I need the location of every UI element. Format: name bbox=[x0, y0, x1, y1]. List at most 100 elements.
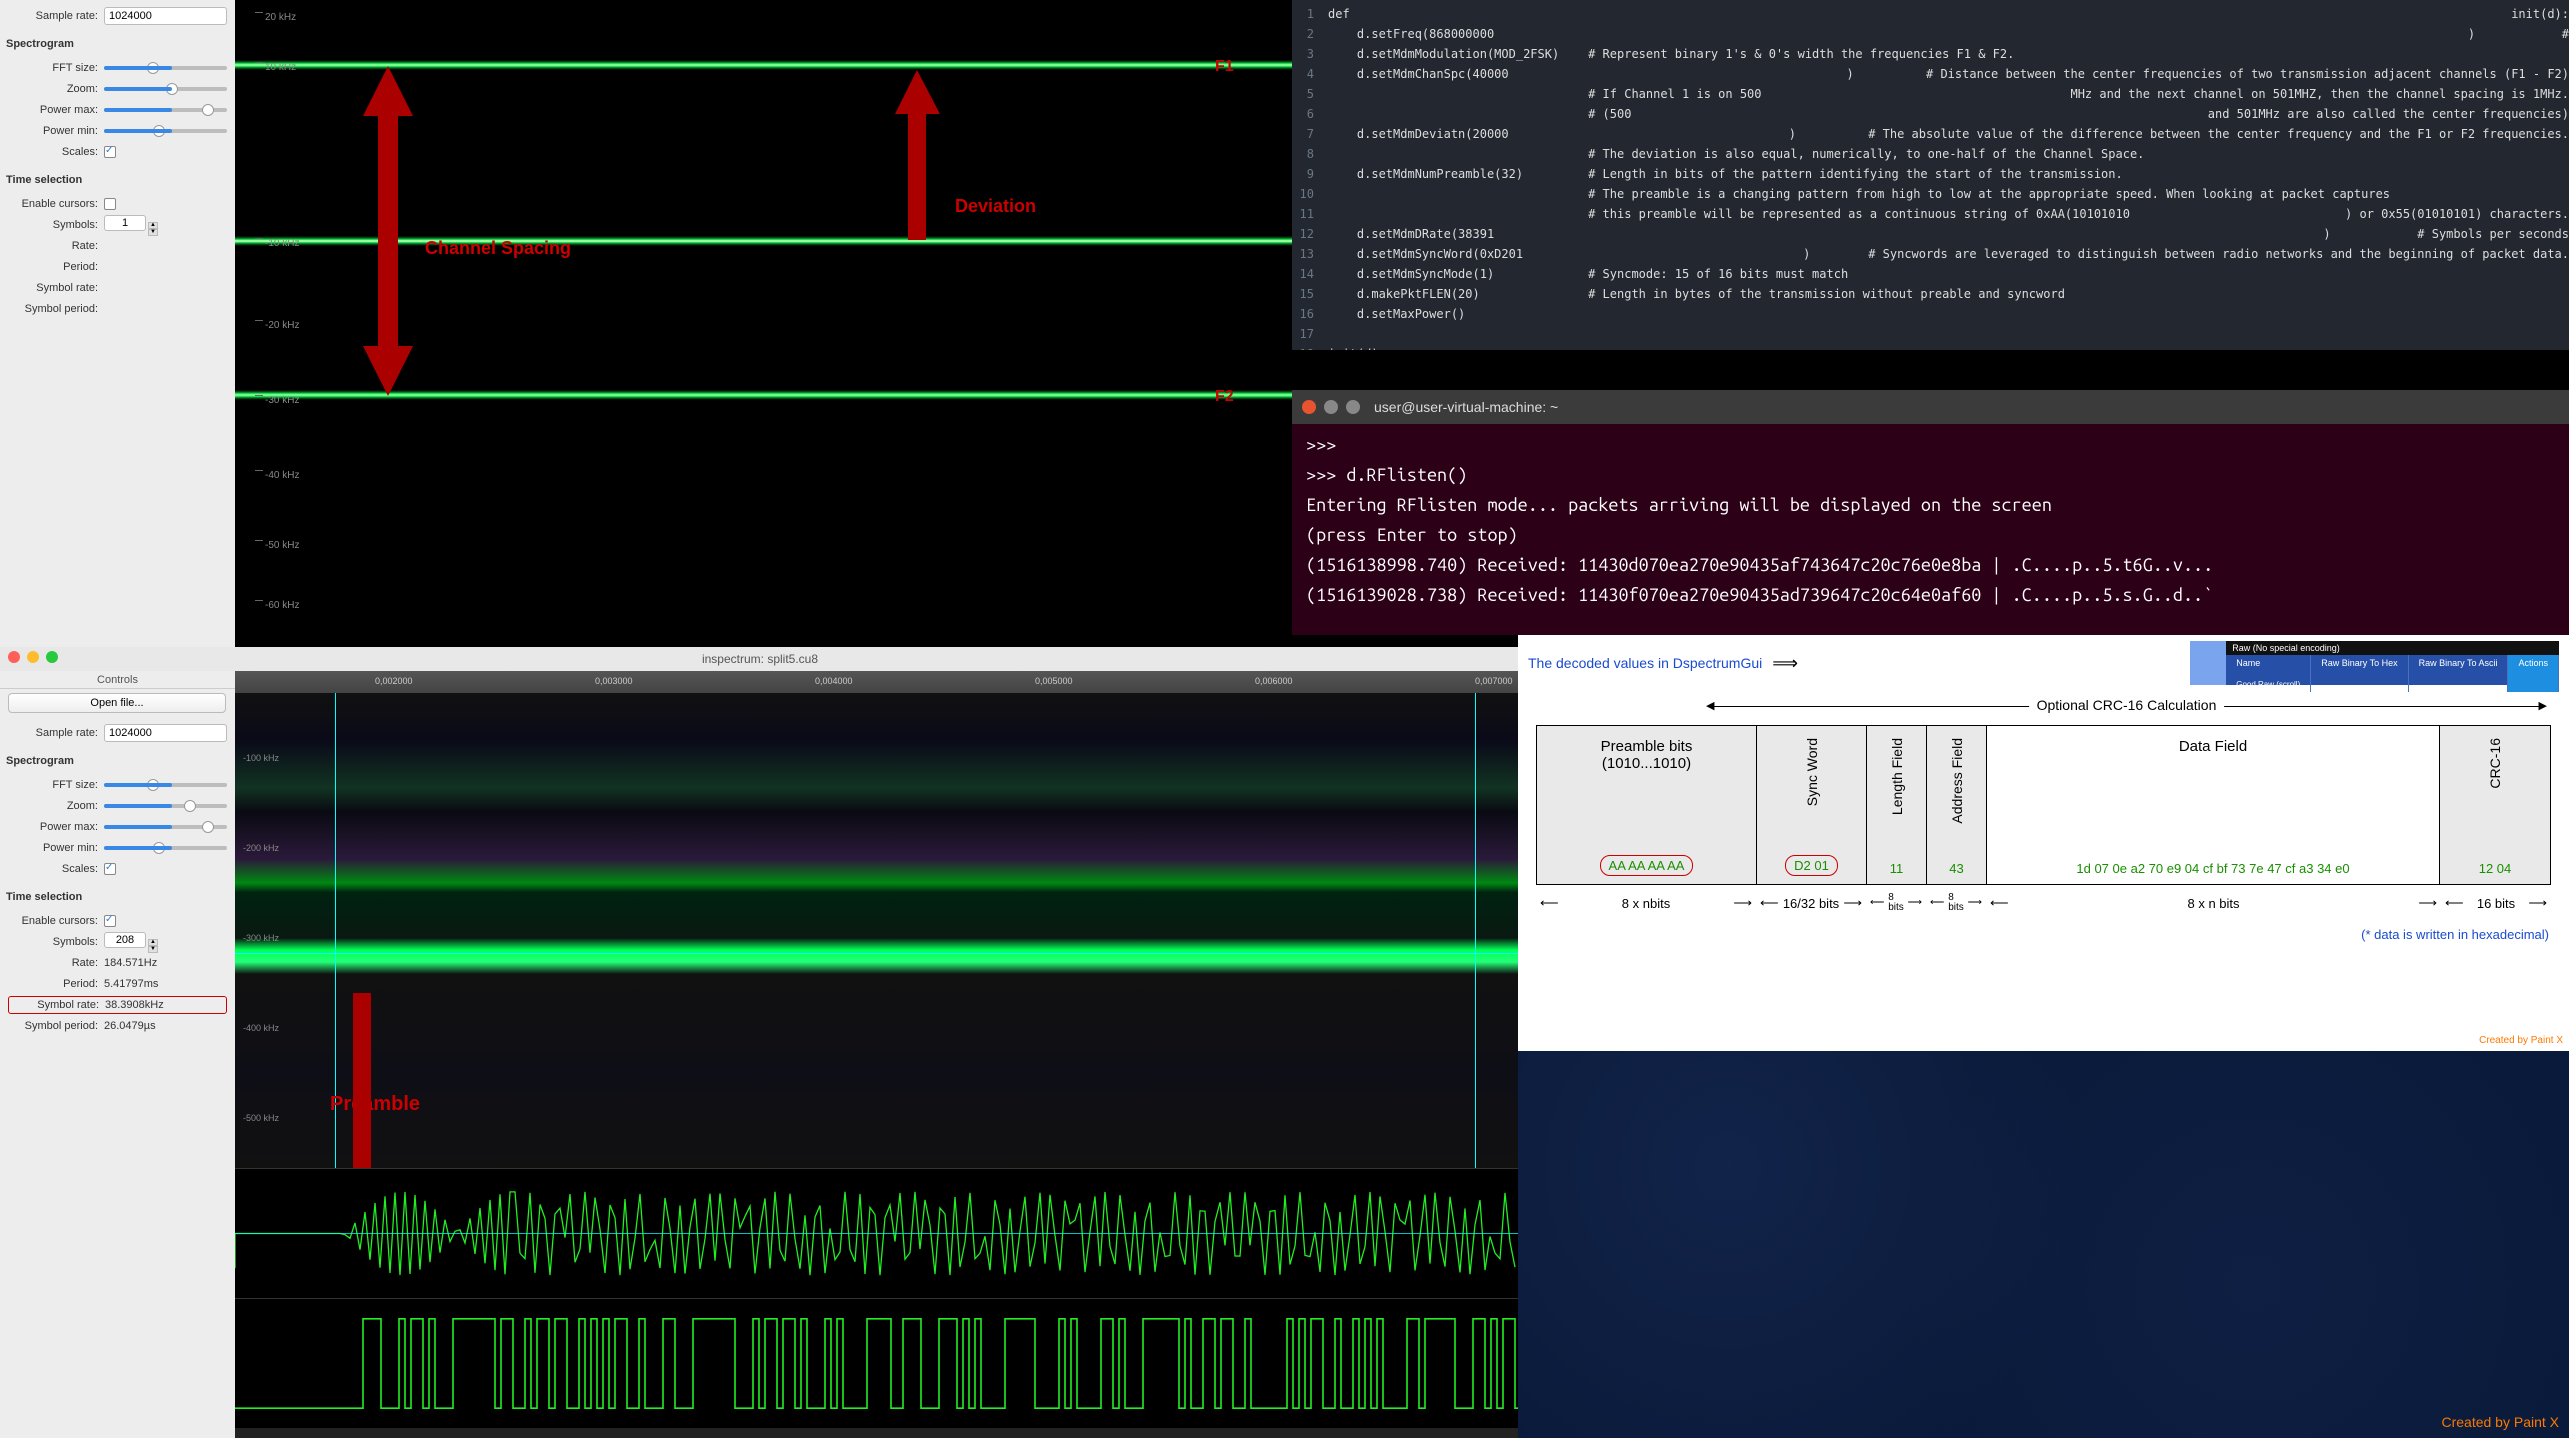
spectro2-horiz[interactable] bbox=[235, 953, 1520, 954]
terminal-titlebar[interactable]: user@user-virtual-machine: ~ bbox=[1292, 390, 2569, 424]
panel2-content[interactable]: 0,0020000,0030000,0040000,0050000,006000… bbox=[235, 671, 1520, 1438]
power-max-label: Power max: bbox=[8, 104, 98, 116]
symbols-label: Symbols: bbox=[8, 219, 98, 231]
code-line[interactable]: 5 # If Channel 1 is on 500MHz and the ne… bbox=[1292, 84, 2569, 104]
code-line[interactable]: 2 d.setFreq(868000000) # bbox=[1292, 24, 2569, 44]
maximize-icon[interactable] bbox=[46, 651, 58, 663]
zoom-label: Zoom: bbox=[8, 800, 98, 812]
enable-cursors-checkbox[interactable] bbox=[104, 915, 116, 927]
code-line[interactable]: 8 # The deviation is also equal, numeric… bbox=[1292, 144, 2569, 164]
terminal[interactable]: user@user-virtual-machine: ~ >>>>>> d.RF… bbox=[1292, 390, 2569, 635]
power-min-label: Power min: bbox=[8, 125, 98, 137]
freq-tick: -200 kHz bbox=[243, 843, 279, 853]
sample-rate-input[interactable] bbox=[104, 724, 227, 742]
threshold-plot[interactable] bbox=[235, 1298, 1520, 1428]
background-noise-area: Created by Paint X bbox=[1518, 1051, 2569, 1438]
power-max-slider[interactable] bbox=[104, 825, 227, 829]
power-max-label: Power max: bbox=[8, 821, 98, 833]
terminal-line: (1516138998.740) Received: 11430d070ea27… bbox=[1306, 550, 2555, 580]
spectro2-cursor[interactable] bbox=[1475, 693, 1476, 1168]
terminal-body[interactable]: >>>>>> d.RFlisten()Entering RFlisten mod… bbox=[1292, 424, 2569, 616]
power-max-slider[interactable] bbox=[104, 108, 227, 112]
code-line[interactable]: 7 d.setMdmDeviatn(20000) # The absolute … bbox=[1292, 124, 2569, 144]
scales-checkbox[interactable] bbox=[104, 146, 116, 158]
code-line[interactable]: 3 d.setMdmModulation(MOD_2FSK) # Represe… bbox=[1292, 44, 2569, 64]
symbols-stepper[interactable]: ▲▼ bbox=[148, 939, 158, 953]
crc-span-arrow: ◀▶ Optional CRC-16 Calculation bbox=[1708, 697, 2545, 717]
rate-label: Rate: bbox=[8, 240, 98, 252]
terminal-title: user@user-virtual-machine: ~ bbox=[1374, 399, 1558, 415]
length-value: 11 bbox=[1890, 861, 1904, 876]
deviation-arrow-icon bbox=[890, 70, 945, 240]
code-line[interactable]: 10 # The preamble is a changing pattern … bbox=[1292, 184, 2569, 204]
code-line[interactable]: 4 d.setMdmChanSpc(40000) # Distance betw… bbox=[1292, 64, 2569, 84]
footnote: (* data is written in hexadecimal) bbox=[1538, 927, 2549, 942]
close-icon[interactable] bbox=[8, 651, 20, 663]
fft-size-slider[interactable] bbox=[104, 66, 227, 70]
period-label: Period: bbox=[8, 261, 98, 273]
code-line[interactable]: 14 d.setMdmSyncMode(1) # Syncmode: 15 of… bbox=[1292, 264, 2569, 284]
symbols-stepper[interactable]: ▲▼ bbox=[148, 222, 158, 236]
code-editor[interactable]: 1def init(d):2 d.setFreq(868000000) #3 d… bbox=[1292, 0, 2569, 350]
zoom-slider[interactable] bbox=[104, 804, 227, 808]
terminal-line: >>> bbox=[1306, 430, 2555, 460]
rate-value: 184.571Hz bbox=[104, 957, 227, 969]
address-cell: Address Field 43 bbox=[1927, 726, 1987, 884]
scales-checkbox[interactable] bbox=[104, 863, 116, 875]
code-line[interactable]: 18init(d) bbox=[1292, 344, 2569, 350]
symbols-input[interactable] bbox=[104, 215, 146, 231]
freq-tick: -100 kHz bbox=[243, 753, 279, 763]
symbol-rate-label: Symbol rate: bbox=[8, 282, 98, 294]
code-line[interactable]: 1def init(d): bbox=[1292, 4, 2569, 24]
code-line[interactable]: 17 bbox=[1292, 324, 2569, 344]
terminal-line: (press Enter to stop) bbox=[1306, 520, 2555, 550]
code-line[interactable]: 15 d.makePktFLEN(20) # Length in bytes o… bbox=[1292, 284, 2569, 304]
channel-spacing-annotation: Channel Spacing bbox=[425, 238, 571, 259]
symbol-rate-label: Symbol rate: bbox=[9, 999, 99, 1011]
code-line[interactable]: 11 # this preamble will be represented a… bbox=[1292, 204, 2569, 224]
open-file-button[interactable]: Open file... bbox=[8, 693, 226, 713]
close-icon[interactable] bbox=[1302, 400, 1316, 414]
crc-cell: CRC-16 12 04 bbox=[2440, 726, 2550, 884]
inspectrum-panel-bottom: inspectrum: split5.cu8 Controls Open fil… bbox=[0, 647, 1518, 1438]
data-cell: Data Field 1d 07 0e a2 70 e9 04 cf bf 73… bbox=[1987, 726, 2440, 884]
minimize-icon[interactable] bbox=[27, 651, 39, 663]
panel2-titlebar[interactable]: inspectrum: split5.cu8 bbox=[0, 647, 1520, 671]
credit-label: Created by Paint X bbox=[2479, 1035, 2563, 1046]
scales-label: Scales: bbox=[8, 146, 98, 158]
maximize-icon[interactable] bbox=[1346, 400, 1360, 414]
symbols-input[interactable] bbox=[104, 932, 146, 948]
period-label: Period: bbox=[8, 978, 98, 990]
dspectrum-strip: Raw (No special encoding) NameGood Raw (… bbox=[2190, 641, 2559, 685]
sample-rate-input[interactable] bbox=[104, 7, 227, 25]
code-line[interactable]: 9 d.setMdmNumPreamble(32) # Length in bi… bbox=[1292, 164, 2569, 184]
code-line[interactable]: 12 d.setMdmDRate(38391) # Symbols per se… bbox=[1292, 224, 2569, 244]
enable-cursors-checkbox[interactable] bbox=[104, 198, 116, 210]
spectrogram-display-bottom[interactable]: -100 kHz-200 kHz-300 kHz-400 kHz-500 kHz… bbox=[235, 693, 1520, 1168]
ruler-tick: 0,002000 bbox=[375, 676, 413, 686]
ruler-tick: 0,004000 bbox=[815, 676, 853, 686]
fft-size-slider[interactable] bbox=[104, 783, 227, 787]
zoom-slider[interactable] bbox=[104, 87, 227, 91]
crc-value: 12 04 bbox=[2479, 861, 2512, 876]
time-ruler[interactable]: 0,0020000,0030000,0040000,0050000,006000… bbox=[235, 671, 1520, 693]
spectrogram-display-top[interactable]: 20 kHz10 kHz-10 kHz-20 kHz-30 kHz-40 kHz… bbox=[235, 0, 1292, 647]
strip-col: Actions bbox=[2518, 658, 2548, 668]
symbol-period-label: Symbol period: bbox=[8, 1020, 98, 1032]
code-line[interactable]: 16 d.setMaxPower() bbox=[1292, 304, 2569, 324]
data-value: 1d 07 0e a2 70 e9 04 cf bf 73 7e 47 cf a… bbox=[2076, 861, 2349, 876]
code-line[interactable]: 6 # (500 and 501MHz are also called the … bbox=[1292, 104, 2569, 124]
amplitude-plot[interactable] bbox=[235, 1168, 1520, 1298]
scales-label: Scales: bbox=[8, 863, 98, 875]
power-min-slider[interactable] bbox=[104, 846, 227, 850]
enable-cursors-label: Enable cursors: bbox=[8, 915, 98, 927]
code-line[interactable]: 13 d.setMdmSyncWord(0xD201) # Syncwords … bbox=[1292, 244, 2569, 264]
strip-raw-label: Raw (No special encoding) bbox=[2226, 641, 2559, 655]
minimize-icon[interactable] bbox=[1324, 400, 1338, 414]
power-min-slider[interactable] bbox=[104, 129, 227, 133]
spectro2-signal bbox=[235, 938, 1520, 974]
spectrogram-section: Spectrogram bbox=[6, 755, 235, 767]
sync-cell: Sync Word D2 01 bbox=[1757, 726, 1867, 884]
rate-label: Rate: bbox=[8, 957, 98, 969]
preamble-value: AA AA AA AA bbox=[1600, 855, 1694, 876]
